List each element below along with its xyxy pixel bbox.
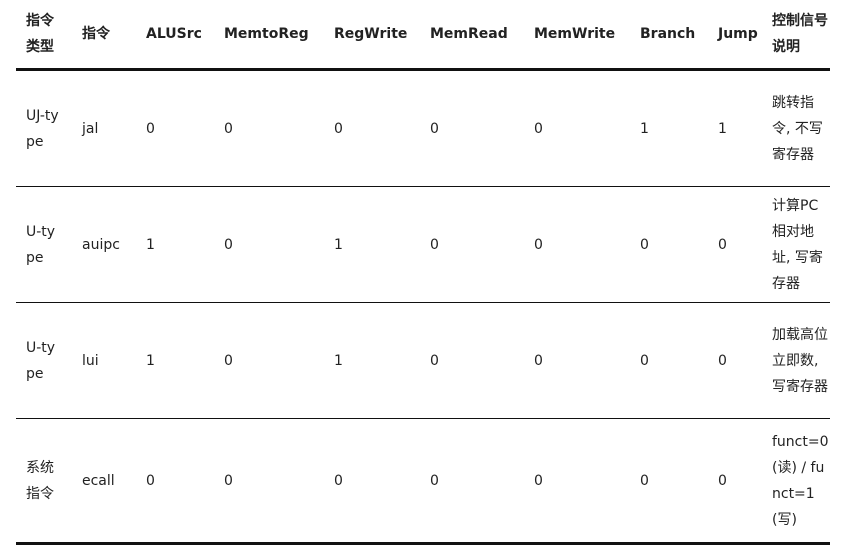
table-header-row: 指令类型 指令 ALUSrc MemtoReg RegWrite MemRead… <box>16 0 830 71</box>
cell-memtoreg: 0 <box>214 69 324 187</box>
cell-type: U-type <box>16 302 72 419</box>
cell-memwrite: 0 <box>524 302 630 419</box>
cell-regwrite: 1 <box>324 302 420 419</box>
cell-memtoreg: 0 <box>214 186 324 303</box>
cell-type: U-type <box>16 186 72 303</box>
cell-branch: 0 <box>630 302 708 419</box>
cell-alusrc: 1 <box>136 302 214 419</box>
header-desc: 控制信号说明 <box>772 0 830 71</box>
cell-instr: ecall <box>72 418 136 545</box>
cell-instr: auipc <box>72 186 136 303</box>
cell-memwrite: 0 <box>524 69 630 187</box>
cell-alusrc: 1 <box>136 186 214 303</box>
cell-instr: jal <box>72 69 136 187</box>
cell-jump: 1 <box>708 69 772 187</box>
cell-memwrite: 0 <box>524 186 630 303</box>
cell-desc: 加载高位立即数, 写寄存器 <box>772 302 830 419</box>
cell-jump: 0 <box>708 302 772 419</box>
table-row: 系统指令 ecall 0 0 0 0 0 0 0 funct=0 (读) / f… <box>16 418 830 545</box>
cell-memread: 0 <box>420 69 524 187</box>
header-jump: Jump <box>708 0 772 71</box>
cell-instr: lui <box>72 302 136 419</box>
cell-memread: 0 <box>420 302 524 419</box>
cell-branch: 0 <box>630 186 708 303</box>
header-alusrc: ALUSrc <box>136 0 214 71</box>
table-row: UJ-type jal 0 0 0 0 0 1 1 跳转指令, 不写寄存器 <box>16 69 830 187</box>
header-instr: 指令 <box>72 0 136 71</box>
header-type: 指令类型 <box>16 0 72 71</box>
header-memread: MemRead <box>420 0 524 71</box>
cell-memread: 0 <box>420 418 524 545</box>
header-memwrite: MemWrite <box>524 0 630 71</box>
header-branch: Branch <box>630 0 708 71</box>
header-memtoreg: MemtoReg <box>214 0 324 71</box>
cell-alusrc: 0 <box>136 69 214 187</box>
cell-branch: 1 <box>630 69 708 187</box>
cell-desc: 计算PC相对地址, 写寄存器 <box>772 186 830 303</box>
cell-branch: 0 <box>630 418 708 545</box>
table-row: U-type lui 1 0 1 0 0 0 0 加载高位立即数, 写寄存器 <box>16 302 830 419</box>
cell-desc: funct=0 (读) / funct=1 (写) <box>772 418 830 545</box>
control-signal-table-container: 指令类型 指令 ALUSrc MemtoReg RegWrite MemRead… <box>16 0 830 545</box>
cell-memtoreg: 0 <box>214 302 324 419</box>
cell-jump: 0 <box>708 418 772 545</box>
cell-type: UJ-type <box>16 69 72 187</box>
cell-memread: 0 <box>420 186 524 303</box>
cell-regwrite: 0 <box>324 69 420 187</box>
cell-memwrite: 0 <box>524 418 630 545</box>
control-signal-table: 指令类型 指令 ALUSrc MemtoReg RegWrite MemRead… <box>16 0 830 545</box>
cell-regwrite: 1 <box>324 186 420 303</box>
cell-alusrc: 0 <box>136 418 214 545</box>
cell-jump: 0 <box>708 186 772 303</box>
cell-memtoreg: 0 <box>214 418 324 545</box>
cell-regwrite: 0 <box>324 418 420 545</box>
cell-type: 系统指令 <box>16 418 72 545</box>
cell-desc: 跳转指令, 不写寄存器 <box>772 69 830 187</box>
table-row: U-type auipc 1 0 1 0 0 0 0 计算PC相对地址, 写寄存… <box>16 186 830 303</box>
header-regwrite: RegWrite <box>324 0 420 71</box>
